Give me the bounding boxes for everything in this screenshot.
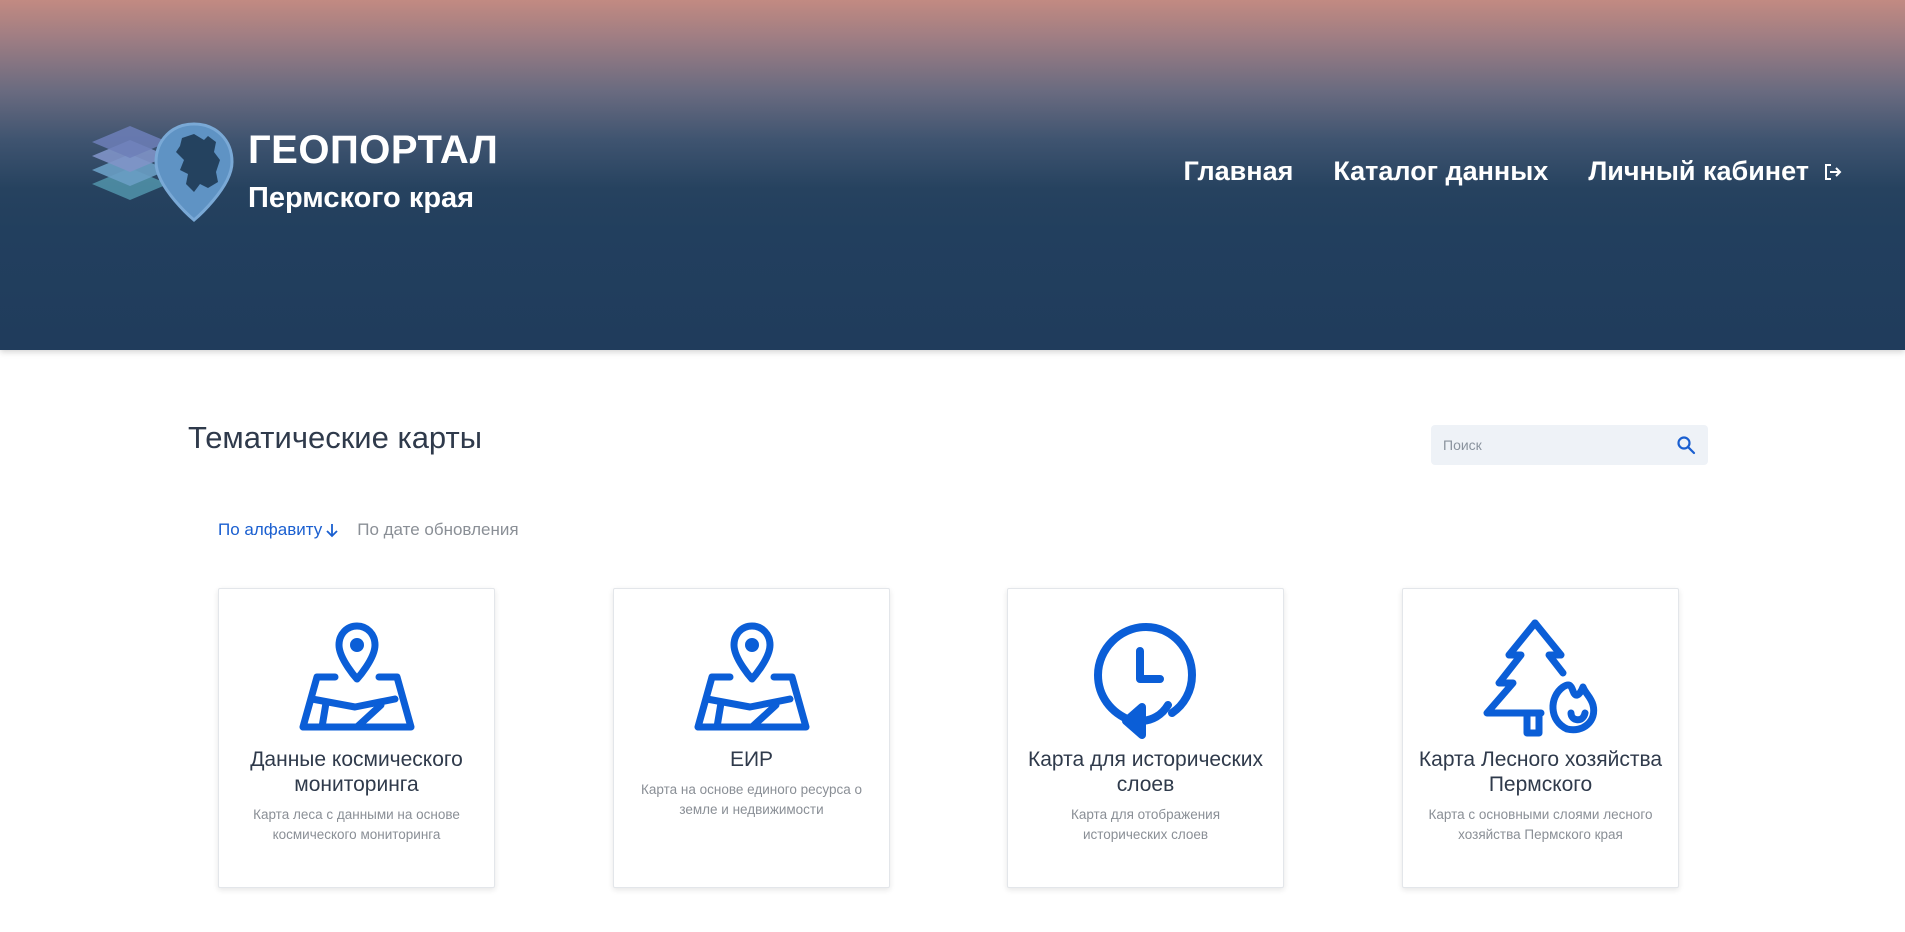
geoportal-logo-icon [92,122,234,222]
card-description: Карта на основе единого ресурса о земле … [641,782,862,817]
search-input[interactable] [1443,437,1676,453]
map-card[interactable]: ЕИР Карта на основе единого ресурса о зе… [613,588,890,888]
map-card[interactable]: Карта для исторических слоев Карта для о… [1007,588,1284,888]
card-title: ЕИР [729,748,774,771]
exit-icon [1825,163,1842,180]
sort-controls: По алфавиту По дате обновления [218,520,519,540]
map-card[interactable]: Данные космического мониторинга Карта ле… [218,588,495,888]
nav-account-label: Личный кабинет [1588,156,1809,186]
nav-catalog[interactable]: Каталог данных [1333,156,1548,187]
search-box [1431,425,1708,465]
nav-home[interactable]: Главная [1184,156,1294,187]
forest-fire-icon [1483,619,1597,737]
card-description: Карта с основными слоями лесного хозяйст… [1428,807,1653,842]
logo-title: ГЕОПОРТАЛ [248,128,499,172]
arrow-down-icon [326,524,338,538]
logo-subtitle: Пермского края [248,182,475,214]
logo[interactable]: ГЕОПОРТАЛ Пермского края [90,122,498,222]
map-pin-icon [299,622,414,731]
page-header: ГЕОПОРТАЛ Пермского края Главная Каталог… [0,0,1905,350]
card-description: Карта леса с данными на основе космическ… [253,807,460,842]
card-title: Карта для исторических слоев [1028,748,1263,796]
map-pin-icon [694,622,809,731]
nav-account[interactable]: Личный кабинет [1588,156,1843,187]
sort-date[interactable]: По дате обновления [357,520,518,540]
sort-alphabet-label: По алфавиту [218,520,323,539]
card-title: Карта Лесного хозяйства Пермского [1418,748,1663,796]
nav-home-label: Главная [1183,156,1294,186]
page-title: Тематические карты [188,420,482,455]
card-title: Данные космического мониторинга [250,748,463,796]
search-icon[interactable] [1676,435,1696,455]
nav-catalog-label: Каталог данных [1333,156,1549,186]
sort-alphabet[interactable]: По алфавиту [218,520,339,540]
main-nav: Главная Каталог данных Личный кабинет [1144,156,1843,187]
card-description: Карта для отображения исторических слоев [1070,807,1221,842]
map-card[interactable]: Карта Лесного хозяйства Пермского Карта … [1402,588,1679,888]
history-clock-icon [1093,623,1196,739]
